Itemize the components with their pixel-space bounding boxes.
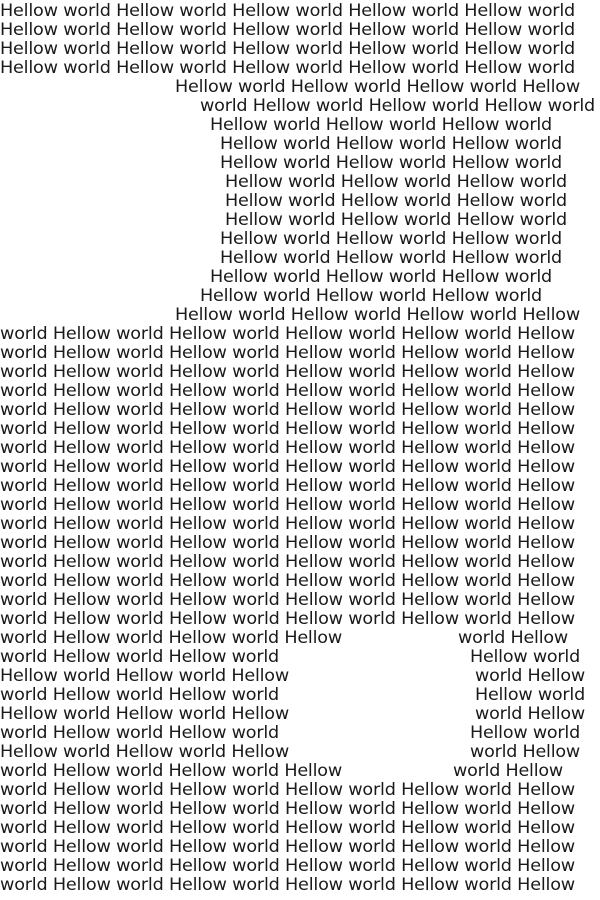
text-line-segment: world Hellow world Hellow world Hellow (0, 761, 342, 781)
text-line-segment: world Hellow world Hellow world Hellow w… (0, 590, 575, 610)
text-line-segment: world Hellow world Hellow world Hellow w… (0, 818, 575, 838)
text-line-segment: world Hellow (475, 704, 585, 724)
text-line-segment: Hellow world Hellow world Hellow world (210, 267, 552, 287)
text-line-segment: Hellow world Hellow world Hellow world H… (0, 1, 575, 21)
text-line-segment: world Hellow world Hellow world Hellow w… (0, 514, 575, 534)
text-line-segment: world Hellow world Hellow world Hellow w… (0, 609, 575, 629)
text-line-segment: world Hellow world Hellow world Hellow w… (0, 343, 575, 363)
text-line-segment: Hellow world Hellow world Hellow world (225, 210, 567, 230)
text-line-segment: Hellow world (470, 647, 580, 667)
text-line-segment: Hellow world Hellow world Hellow world (220, 229, 562, 249)
text-line-segment: world Hellow (458, 628, 568, 648)
text-line-segment: world Hellow world Hellow world Hellow w… (0, 571, 575, 591)
text-line-segment: world Hellow world Hellow world Hellow w… (0, 400, 575, 420)
text-pattern-canvas: Hellow world Hellow world Hellow world H… (0, 0, 600, 900)
text-line-segment: world Hellow world Hellow world Hellow w… (0, 875, 575, 895)
text-line-segment: world Hellow world Hellow world (0, 647, 279, 667)
text-line-segment: Hellow world Hellow world Hellow world (225, 191, 567, 211)
text-line-segment: world Hellow world Hellow world Hellow w… (0, 799, 575, 819)
text-line-segment: Hellow world (470, 723, 580, 743)
text-line-segment: Hellow world Hellow world Hellow world (220, 248, 562, 268)
text-line-segment: world Hellow world Hellow world Hellow w… (0, 476, 575, 496)
text-line-segment: Hellow world Hellow world Hellow world H… (175, 77, 580, 97)
text-line-segment: Hellow world Hellow world Hellow world H… (0, 20, 575, 40)
text-line-segment: world Hellow world Hellow world Hellow w… (0, 780, 575, 800)
text-line-segment: world Hellow world Hellow world Hellow w… (0, 362, 575, 382)
text-line-segment: Hellow world Hellow world Hellow world (210, 115, 552, 135)
text-line-segment: world Hellow world Hellow world Hellow w… (0, 495, 575, 515)
text-line-segment: world Hellow world Hellow world Hellow w… (0, 419, 575, 439)
text-line-segment: Hellow world Hellow world Hellow world (225, 172, 567, 192)
text-line-segment: Hellow world Hellow world Hellow (0, 666, 289, 686)
text-line-segment: world Hellow world Hellow world Hellow w… (0, 552, 575, 572)
text-line-segment: world Hellow world Hellow world Hellow w… (0, 324, 575, 344)
text-line-segment: Hellow world Hellow world Hellow (0, 704, 289, 724)
text-line-segment: world Hellow world Hellow world Hellow w… (0, 438, 575, 458)
text-line-segment: world Hellow (453, 761, 563, 781)
text-line-segment: world Hellow world Hellow world (0, 723, 279, 743)
text-line-segment: Hellow world Hellow world Hellow world (220, 134, 562, 154)
text-line-segment: world Hellow world Hellow world Hellow w… (0, 381, 575, 401)
text-line-segment: world Hellow (470, 742, 580, 762)
text-line-segment: world Hellow world Hellow world Hellow w… (200, 96, 595, 116)
text-line-segment: world Hellow world Hellow world Hellow (0, 628, 342, 648)
text-line-segment: world Hellow world Hellow world Hellow w… (0, 856, 575, 876)
text-line-segment: world Hellow world Hellow world Hellow w… (0, 837, 575, 857)
text-line-segment: Hellow world Hellow world Hellow (0, 742, 289, 762)
text-line-segment: world Hellow world Hellow world Hellow w… (0, 457, 575, 477)
text-line-segment: Hellow world Hellow world Hellow world H… (0, 39, 575, 59)
text-line-segment: Hellow world Hellow world Hellow world H… (175, 305, 580, 325)
text-line-segment: world Hellow world Hellow world (0, 685, 279, 705)
text-line-segment: Hellow world Hellow world Hellow world (220, 153, 562, 173)
text-line-segment: Hellow world (475, 685, 585, 705)
text-line-segment: Hellow world Hellow world Hellow world (200, 286, 542, 306)
text-line-segment: Hellow world Hellow world Hellow world H… (0, 58, 575, 78)
text-line-segment: world Hellow (475, 666, 585, 686)
text-line-segment: world Hellow world Hellow world Hellow w… (0, 533, 575, 553)
